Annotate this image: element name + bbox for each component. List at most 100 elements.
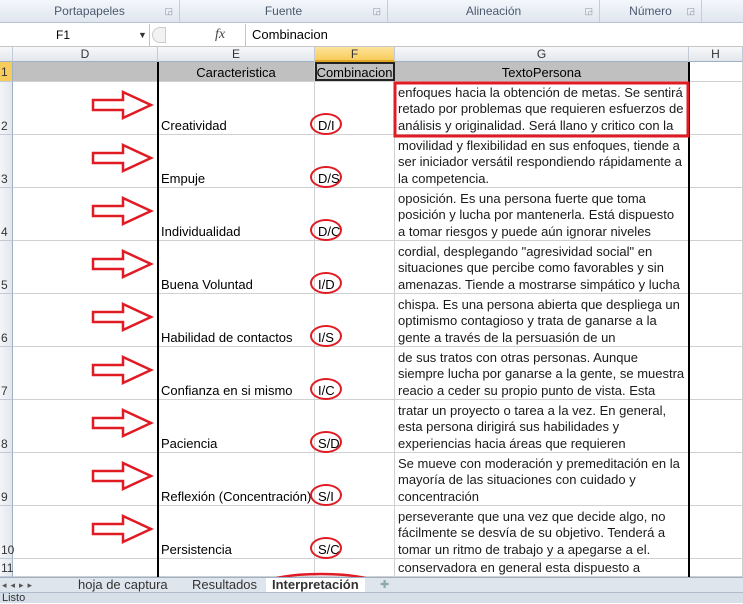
column-header-g[interactable]: G (395, 47, 689, 62)
cell-textopersona[interactable]: tratar un proyecto o tarea a la vez. En … (395, 400, 689, 452)
text-line: fácilmente se desvía de su objetivo. Ten… (398, 525, 666, 540)
highlight-circle (310, 272, 342, 294)
cell-textopersona[interactable]: chispa. Es una persona abierta que despl… (395, 294, 689, 346)
cell-textopersona[interactable]: oposición. Es una persona fuerte que tom… (395, 188, 689, 240)
column-header-h[interactable]: H (689, 47, 743, 62)
cell-h[interactable] (689, 241, 743, 293)
text-line: análisis y originalidad. Será llano y cr… (398, 117, 674, 133)
text-line: situaciones que percibe como favorables … (398, 260, 664, 275)
cell-caracteristica[interactable]: Persistencia (158, 506, 315, 558)
cell-d[interactable] (13, 400, 158, 452)
row-header[interactable]: 6 (0, 294, 13, 347)
cell-d[interactable] (13, 241, 158, 293)
dialog-launcher-icon[interactable]: ◲ (584, 0, 593, 22)
cell-textopersona[interactable]: enfoques hacia la obtención de metas. Se… (395, 82, 689, 134)
cell-caracteristica[interactable]: Empuje (158, 135, 315, 187)
cell-d[interactable] (13, 294, 158, 346)
highlight-circle (310, 325, 342, 347)
cell-d[interactable] (13, 188, 158, 240)
header-row: Caracteristica Combinacion TextoPersona (13, 62, 743, 82)
cell-textopersona[interactable]: cordial, desplegando "agresividad social… (395, 241, 689, 293)
select-all-button[interactable] (0, 47, 13, 62)
column-header-f[interactable]: F (315, 47, 395, 62)
row-header[interactable]: 9 (0, 453, 13, 506)
text-line: chispa. Es una persona abierta que despl… (398, 296, 680, 312)
cell-textopersona[interactable]: de sus tratos con otras personas. Aunque… (395, 347, 689, 399)
row-header[interactable]: 10 (0, 506, 14, 559)
cell-h[interactable] (689, 82, 743, 134)
cell-caracteristica[interactable]: Creatividad (158, 82, 315, 134)
cell-d[interactable] (13, 453, 158, 505)
dialog-launcher-icon[interactable]: ◲ (686, 0, 695, 22)
column-header-e[interactable]: E (158, 47, 315, 62)
cell-textopersona[interactable]: Se mueve con moderación y premeditación … (395, 453, 689, 505)
cell-caracteristica[interactable]: Confianza en si mismo (158, 347, 315, 399)
cell-caracteristica[interactable]: Reflexión (Concentración) (158, 453, 315, 505)
splitter-handle[interactable] (152, 27, 166, 43)
text-line: ser iniciador versátil respondiendo rápi… (398, 154, 682, 169)
column-header-d[interactable]: D (13, 47, 158, 62)
cell-d[interactable] (13, 62, 158, 81)
row-header[interactable]: 5 (0, 241, 13, 294)
highlight-circle (310, 378, 342, 400)
group-label: Número (629, 4, 672, 18)
cell-h[interactable] (689, 62, 743, 81)
row-header[interactable]: 4 (0, 188, 13, 241)
row-header[interactable]: 1 (0, 62, 13, 82)
cell-caracteristica[interactable]: Paciencia (158, 400, 315, 452)
cell-h[interactable] (689, 453, 743, 505)
insert-sheet-icon[interactable]: ✚ (380, 578, 389, 592)
cell-caracteristica[interactable] (158, 559, 315, 576)
cell-h[interactable] (689, 135, 743, 187)
header-combinacion[interactable]: Combinacion (315, 62, 395, 81)
cell-caracteristica[interactable]: Buena Voluntad (158, 241, 315, 293)
cell-textopersona[interactable]: movilidad y flexibilidad en sus enfoques… (395, 135, 689, 187)
row-header[interactable]: 3 (0, 135, 13, 188)
tab-scroll-buttons[interactable]: ◂◂▸▸ (2, 578, 36, 592)
row-header[interactable]: 8 (0, 400, 13, 453)
sheet-tab-hoja-de-captura[interactable]: hoja de captura (72, 578, 174, 592)
cell-d[interactable] (13, 135, 158, 187)
row-header[interactable]: 11 (0, 559, 13, 577)
table-row: Reflexión (Concentración) S/I Se mueve con… (13, 453, 743, 506)
row-header[interactable]: 2 (0, 82, 13, 135)
ribbon-group-portapapeles: Portapapeles ◲ (0, 0, 180, 22)
group-label: Fuente (264, 4, 303, 18)
dialog-launcher-icon[interactable]: ◲ (164, 0, 173, 22)
cell-h[interactable] (689, 559, 743, 576)
row-header[interactable]: 7 (0, 347, 13, 400)
cell-d[interactable] (13, 506, 158, 558)
sheet-tab-resultados[interactable]: Resultados (186, 578, 263, 592)
cell-h[interactable] (689, 188, 743, 240)
cell-h[interactable] (689, 506, 743, 558)
border-line (688, 62, 690, 577)
column-headers: D E F G H (0, 47, 743, 62)
dialog-launcher-icon[interactable]: ◲ (372, 0, 381, 22)
formula-input[interactable]: Combinacion (245, 24, 743, 46)
name-box[interactable]: F1 (0, 24, 150, 46)
ribbon-group-fuente: Fuente ◲ (180, 0, 388, 22)
cell-h[interactable] (689, 347, 743, 399)
cell-h[interactable] (689, 294, 743, 346)
insert-function-icon[interactable]: fx (215, 24, 225, 46)
ribbon-group-labels: Portapapeles ◲ Fuente ◲ Alineación ◲ Número… (0, 0, 743, 23)
cell-h[interactable] (689, 400, 743, 452)
cell-d[interactable] (13, 347, 158, 399)
cell-d[interactable] (13, 82, 158, 134)
cell-textopersona[interactable]: perseverante que una vez que decide algo… (395, 506, 689, 558)
text-line: oposición. Es una persona fuerte que tom… (398, 190, 646, 206)
header-caracteristica[interactable]: Caracteristica (158, 62, 315, 81)
sheet-tab-interpretacion[interactable]: Interpretación (266, 578, 365, 592)
cell-caracteristica[interactable]: Habilidad de contactos (158, 294, 315, 346)
cell-caracteristica[interactable]: Individualidad (158, 188, 315, 240)
cell-textopersona[interactable]: conservadora en general esta dispuesto a (395, 559, 689, 576)
group-label: Alineación (465, 4, 522, 18)
status-bar: Listo (0, 592, 743, 604)
text-line: mayoría de las situaciones con cuidado y (398, 472, 636, 487)
chevron-down-icon[interactable]: ▼ (138, 24, 147, 46)
text-line: experiencias hacia áreas que requieren (398, 435, 626, 451)
header-textopersona[interactable]: TextoPersona (395, 62, 689, 81)
cell-d[interactable] (13, 559, 158, 576)
text-line: conservadora en general esta dispuesto a (398, 559, 641, 575)
cell-combinacion[interactable] (315, 559, 395, 576)
